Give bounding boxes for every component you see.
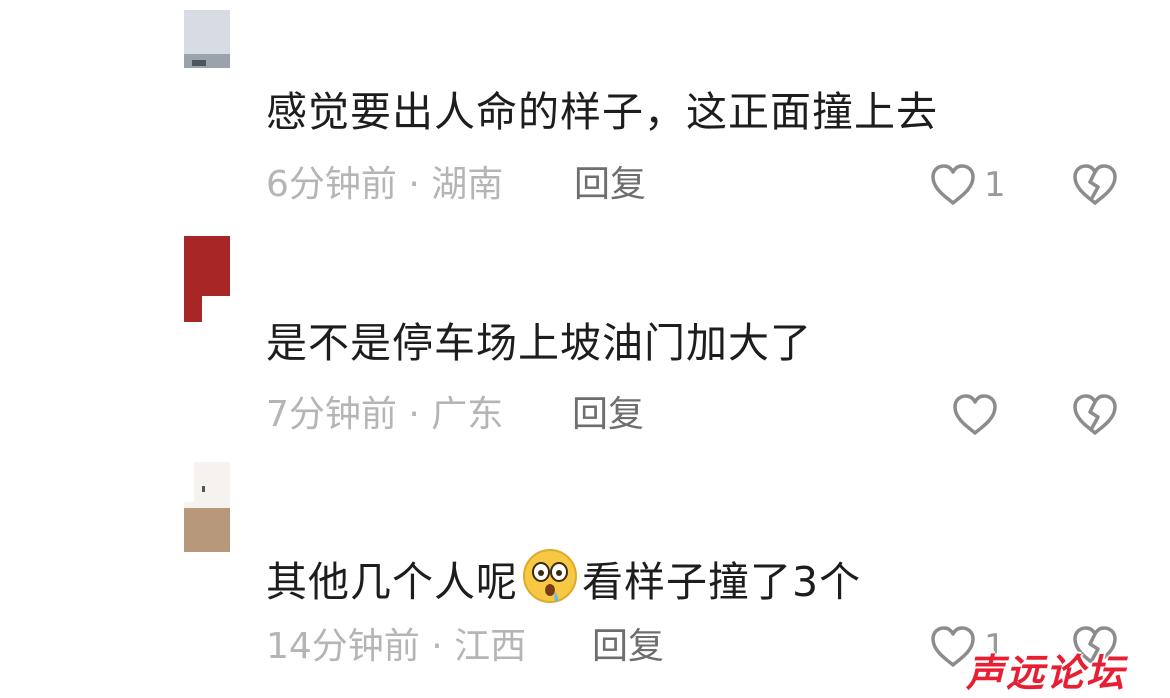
heart-outline-icon: [953, 394, 997, 435]
comment-time-location: 6分钟前 · 湖南: [266, 164, 504, 205]
comment-time-location: 14分钟前 · 江西: [266, 626, 527, 667]
comment-text-part: 看样子撞了3个: [582, 558, 862, 606]
avatar[interactable]: [184, 236, 230, 322]
broken-heart-icon: [1073, 394, 1117, 435]
heart-outline-icon: [931, 164, 975, 205]
reply-button[interactable]: 回复: [592, 625, 664, 669]
comment-time-location: 7分钟前 · 广东: [266, 394, 504, 435]
comment-text: 是不是停车场上坡油门加大了: [266, 319, 812, 367]
comment-list: 感觉要出人命的样子，这正面撞上去 6分钟前 · 湖南 回复 1 是不是停车场上坡…: [0, 0, 1170, 698]
like-count: 1: [984, 165, 1006, 205]
comment-text-part: 其他几个人呢: [266, 558, 518, 606]
comment-text: 感觉要出人命的样子，这正面撞上去: [266, 88, 938, 136]
like-button[interactable]: [950, 390, 1040, 440]
avatar[interactable]: [184, 10, 230, 68]
dislike-button[interactable]: [1070, 160, 1122, 210]
shocked-face-emoji: [523, 549, 577, 603]
like-button[interactable]: 1: [928, 160, 1018, 210]
site-watermark: 声远论坛: [966, 651, 1127, 695]
dislike-button[interactable]: [1070, 390, 1122, 440]
broken-heart-icon: [1073, 164, 1117, 205]
comment-text: 其他几个人呢 看样子撞了3个: [266, 548, 861, 607]
avatar[interactable]: [184, 462, 230, 552]
reply-button[interactable]: 回复: [572, 393, 644, 437]
reply-button[interactable]: 回复: [574, 163, 646, 207]
